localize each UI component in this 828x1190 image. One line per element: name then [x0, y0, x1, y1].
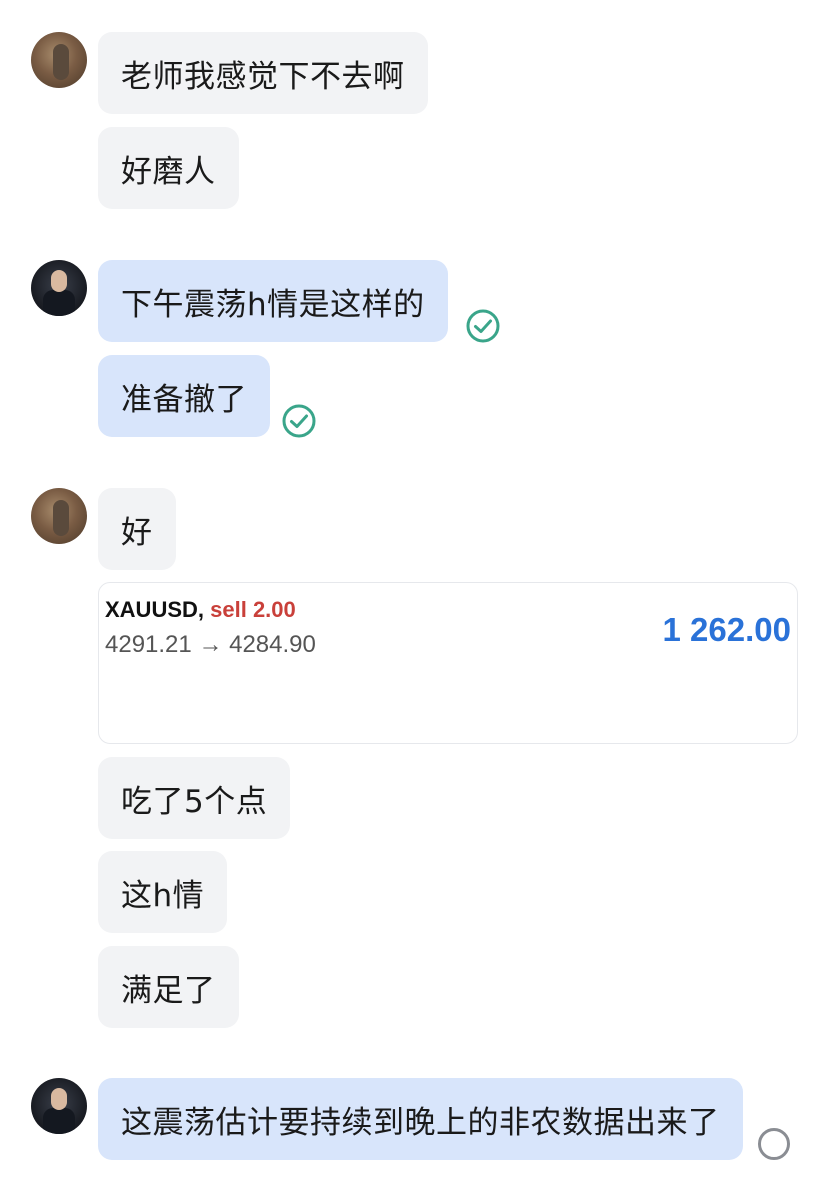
- avatar-teacher[interactable]: [31, 260, 87, 316]
- message-text: 这h情: [121, 877, 205, 914]
- trade-symbol: XAUUSD,: [105, 597, 205, 622]
- message-text: 下午震荡h情是这样的: [121, 286, 425, 323]
- open-price: 4291.21: [105, 631, 192, 658]
- message-bubble[interactable]: 这震荡估计要持续到晚上的非农数据出来了: [98, 1078, 743, 1160]
- message-text: 好: [121, 514, 153, 551]
- message-bubble[interactable]: 下午震荡h情是这样的: [98, 260, 448, 342]
- avatar-student[interactable]: [31, 488, 87, 544]
- trade-profit: 1 262.00: [662, 611, 791, 648]
- message-bubble[interactable]: 这h情: [98, 851, 228, 933]
- message-text: 准备撤了: [121, 381, 247, 418]
- message-text: 这震荡估计要持续到晚上的非农数据出来了: [121, 1104, 720, 1141]
- check-circle-icon: [466, 309, 500, 343]
- avatar-student[interactable]: [31, 32, 87, 88]
- trade-symbol-line: XAUUSD, sell 2.00: [105, 597, 296, 623]
- message-text: 吃了5个点: [121, 783, 268, 820]
- empty-circle-icon: [758, 1128, 790, 1160]
- arrow-icon: →: [198, 631, 223, 658]
- message-bubble[interactable]: 好: [98, 488, 176, 570]
- message-bubble[interactable]: 好磨人: [98, 127, 239, 209]
- trade-prices: 4291.21 → 4284.90: [105, 631, 316, 659]
- message-text: 老师我感觉下不去啊: [121, 58, 405, 95]
- check-circle-icon: [282, 404, 316, 438]
- close-price: 4284.90: [229, 631, 316, 658]
- trade-side: sell 2.00: [210, 597, 296, 622]
- message-bubble[interactable]: 满足了: [98, 946, 239, 1028]
- message-text: 好磨人: [121, 153, 216, 190]
- message-text: 满足了: [121, 972, 216, 1009]
- avatar-teacher[interactable]: [31, 1078, 87, 1134]
- message-bubble[interactable]: 准备撤了: [98, 355, 270, 437]
- trade-screenshot-card[interactable]: XAUUSD, sell 2.00 4291.21 → 4284.90 1 26…: [98, 582, 798, 744]
- message-bubble[interactable]: 吃了5个点: [98, 757, 291, 839]
- message-bubble[interactable]: 老师我感觉下不去啊: [98, 32, 428, 114]
